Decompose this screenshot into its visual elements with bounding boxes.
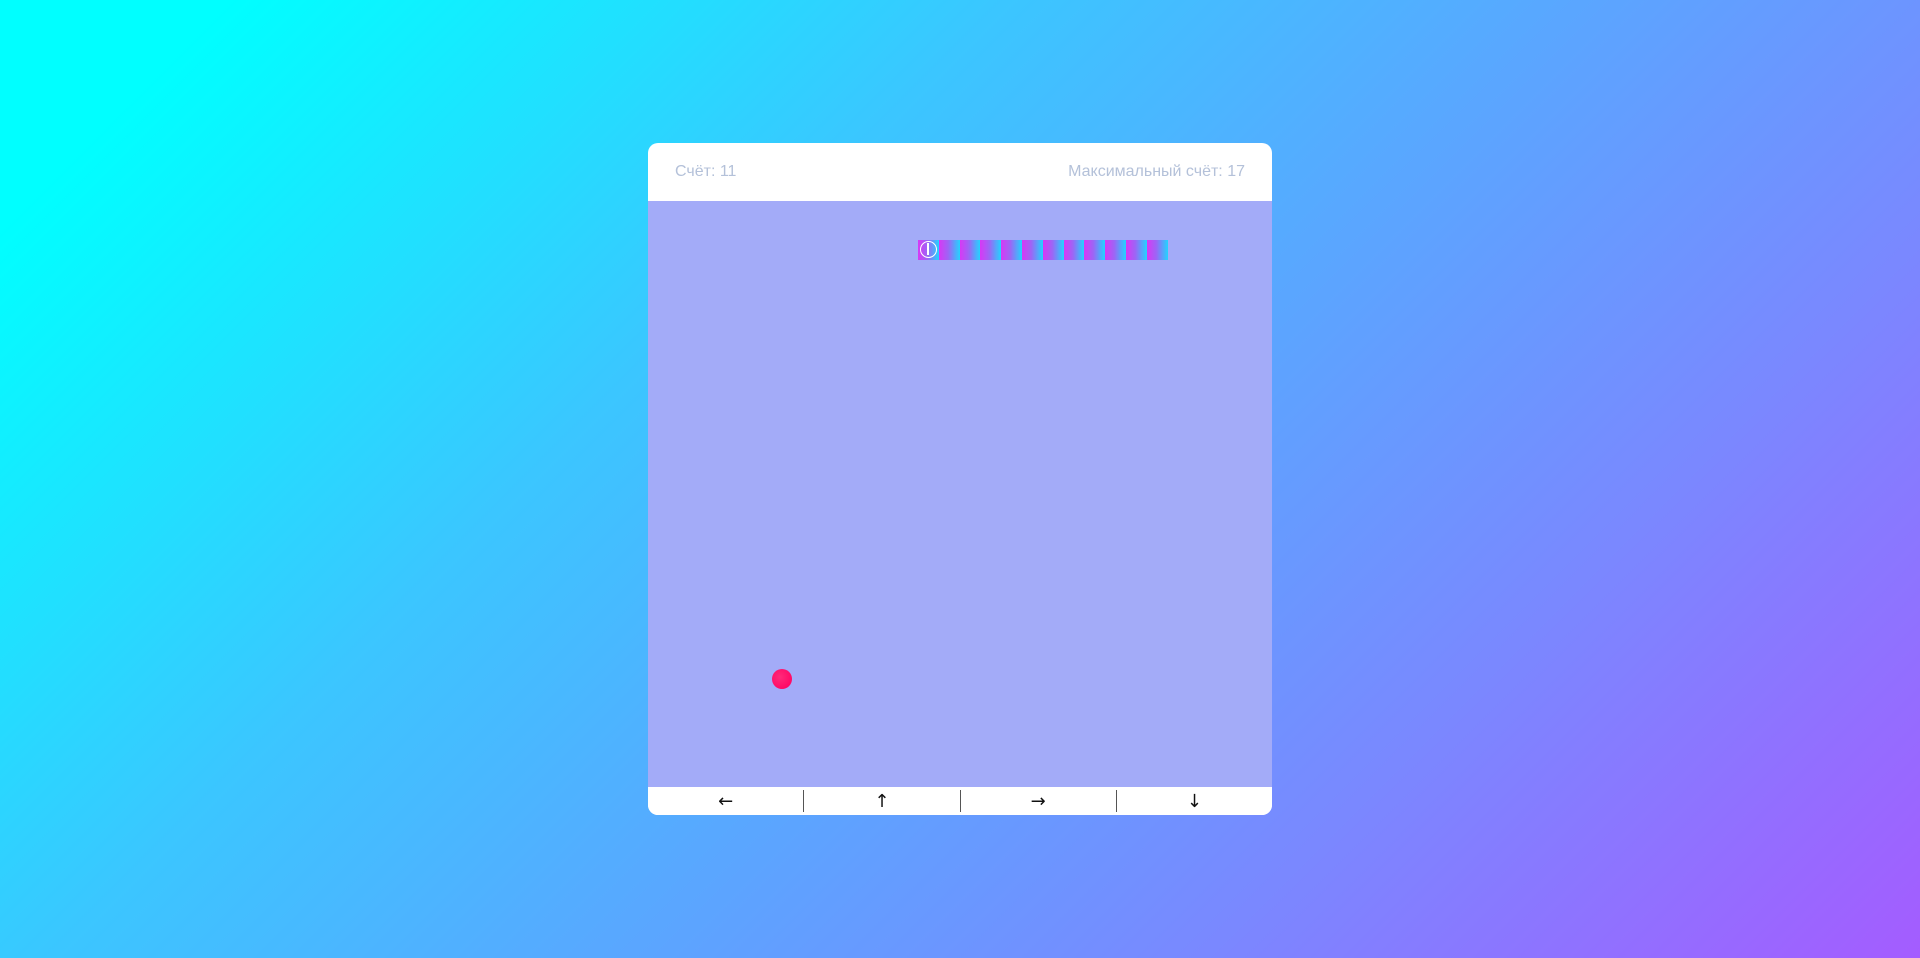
snake-segment [1001, 240, 1022, 260]
snake-eye-icon [920, 241, 937, 258]
game-card: Счёт: 11 Максимальный счёт: 17 ← ↑ → ↓ [648, 143, 1272, 815]
snake-segment [1021, 240, 1043, 260]
snake-segment [1105, 240, 1126, 260]
left-arrow-button[interactable]: ← [648, 787, 803, 815]
snake-segment [1063, 240, 1085, 260]
right-arrow-button[interactable]: → [961, 787, 1116, 815]
best-score-display: Максимальный счёт: 17 [1068, 163, 1245, 180]
direction-controls: ← ↑ → ↓ [648, 787, 1272, 815]
up-arrow-button[interactable]: ↑ [804, 787, 959, 815]
snake-segment [1146, 240, 1168, 260]
snake-segment [980, 240, 1002, 260]
snake-segment [1125, 240, 1147, 260]
score-header: Счёт: 11 Максимальный счёт: 17 [648, 143, 1272, 201]
score-display: Счёт: 11 [675, 163, 737, 180]
snake-segment [1042, 240, 1064, 260]
snake [918, 240, 1168, 260]
down-arrow-button[interactable]: ↓ [1117, 787, 1272, 815]
game-board[interactable] [648, 201, 1272, 787]
snake-segment [1084, 240, 1106, 260]
snake-segment [959, 240, 981, 260]
snake-head [918, 240, 939, 260]
food-dot [772, 669, 792, 689]
snake-segment [938, 240, 960, 260]
